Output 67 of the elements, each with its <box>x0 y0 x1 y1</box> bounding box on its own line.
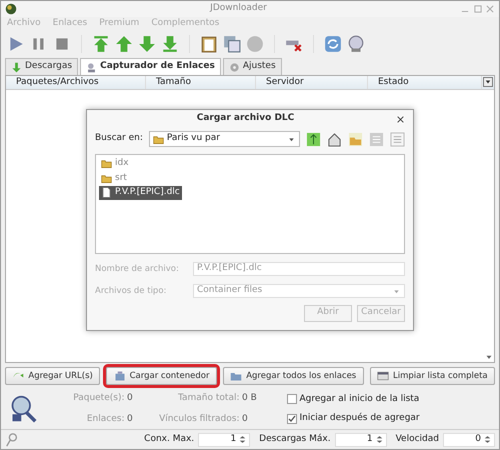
file-item[interactable]: P.V.P.[EPIC].dlc <box>99 186 182 200</box>
spin-arrows-icon <box>483 435 492 444</box>
number-spinner[interactable]: 1 <box>334 432 387 446</box>
stat-value: 0 B <box>242 392 258 404</box>
move-bottom-button[interactable] <box>161 35 179 53</box>
folder-icon <box>230 370 242 382</box>
folder-icon <box>101 172 112 184</box>
stat-label: Enlaces: <box>86 413 126 426</box>
file-icon <box>101 187 112 198</box>
stat-value: 0 <box>242 413 249 426</box>
spin-arrows-icon <box>374 435 384 444</box>
stat-label: Tamaño total: <box>177 392 240 404</box>
spinner-label: Descargas Máx. <box>259 432 331 446</box>
gear-icon <box>228 62 240 72</box>
person-search-icon <box>86 62 98 72</box>
container-icon <box>114 370 126 382</box>
checkbox-label: Iniciar después de agregar <box>300 412 420 425</box>
column-header[interactable]: Tamaño <box>146 76 256 89</box>
folder-icon <box>101 158 112 170</box>
file-item[interactable]: idx <box>99 157 131 170</box>
move-down-button[interactable] <box>138 35 156 53</box>
tab[interactable]: Capturador de Enlaces <box>80 58 221 75</box>
checkbox[interactable] <box>287 414 297 424</box>
spinner-label: Velocidad <box>396 432 439 446</box>
stat-label: Vínculos filtrados: <box>158 413 240 426</box>
disc-button[interactable] <box>246 35 264 53</box>
tab[interactable]: Ajustes <box>222 58 282 75</box>
field-label: Nombre de archivo: <box>95 262 180 276</box>
list-view-icon[interactable] <box>369 132 384 146</box>
column-header[interactable]: Servidor <box>256 76 368 89</box>
file-item[interactable]: srt <box>99 172 129 185</box>
stat-value: 0 <box>127 413 134 426</box>
action-button[interactable]: Limpiar lista completa <box>370 367 496 385</box>
move-up-button[interactable] <box>115 35 133 53</box>
checkbox[interactable] <box>287 394 297 404</box>
download-arrow-icon <box>11 62 22 72</box>
folder-icon <box>152 134 164 144</box>
window-stack-button[interactable] <box>223 35 241 53</box>
details-view-icon[interactable] <box>390 132 405 146</box>
magnifier-person-icon <box>9 395 37 423</box>
stat-label: Paquete(s): <box>72 392 126 404</box>
refresh-button[interactable] <box>324 35 342 53</box>
number-spinner[interactable]: 1 <box>198 432 250 446</box>
column-header[interactable]: Paquetes/Archivos <box>6 76 146 89</box>
stat-value: 0 <box>127 392 134 404</box>
spin-arrows-icon <box>238 435 248 444</box>
home-icon[interactable] <box>327 132 342 146</box>
column-header[interactable]: Estado <box>368 76 482 89</box>
action-button[interactable]: Agregar URL(s) <box>5 367 100 385</box>
close-icon[interactable] <box>396 114 405 124</box>
folder-dropdown[interactable]: Paris vu par <box>148 131 300 147</box>
up-folder-icon[interactable] <box>306 132 321 146</box>
window-title: JDownloader <box>208 2 268 16</box>
action-button[interactable]: Cargar contenedor <box>106 367 217 385</box>
app-logo-icon <box>5 3 17 15</box>
field-label: Archivos de tipo: <box>95 284 168 298</box>
new-folder-icon[interactable] <box>348 132 363 146</box>
tab[interactable]: Descargas <box>5 58 78 75</box>
number-spinner[interactable]: 0 <box>443 432 495 446</box>
maximize-icon[interactable] <box>472 4 482 14</box>
dialog-title: Cargar archivo DLC <box>196 112 296 126</box>
move-top-button[interactable] <box>92 35 110 53</box>
action-button[interactable]: Agregar todos los enlaces <box>222 367 364 385</box>
field-label: Buscar en: <box>95 132 143 146</box>
spinner-label: Conx. Max. <box>144 432 194 446</box>
checkbox-label: Agregar al inicio de la lista <box>300 392 420 406</box>
column-menu-icon[interactable] <box>482 76 494 88</box>
